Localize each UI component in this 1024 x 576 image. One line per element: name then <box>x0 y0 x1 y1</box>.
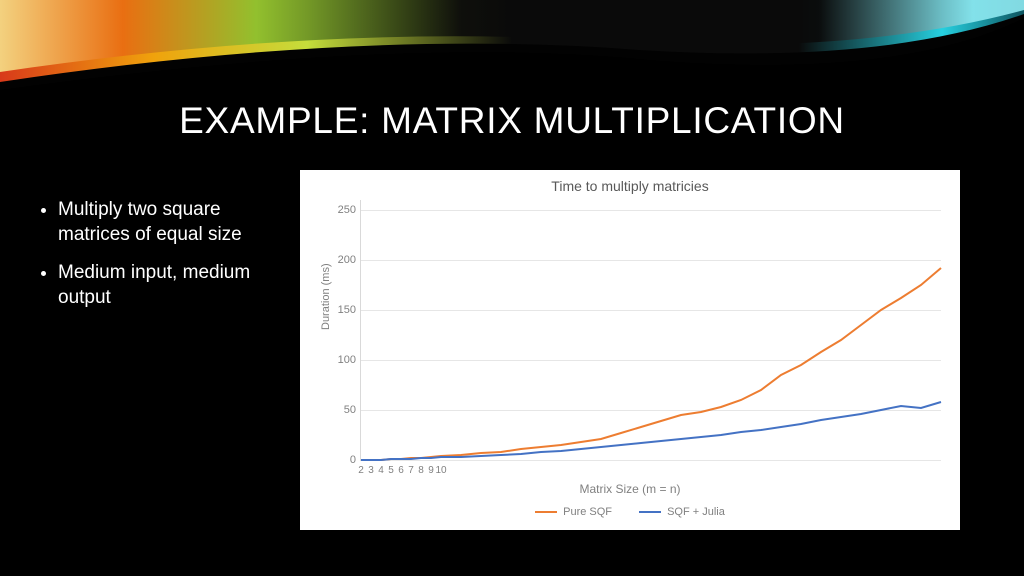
x-tick-label: 9 <box>428 465 434 476</box>
x-tick-label: 8 <box>418 465 424 476</box>
x-tick-label: 7 <box>408 465 414 476</box>
bullet-item: Medium input, medium output <box>58 261 258 310</box>
x-tick-label: 6 <box>398 465 404 476</box>
x-tick-label: 10 <box>435 465 446 476</box>
x-tick-label: 4 <box>378 465 384 476</box>
y-tick-label: 250 <box>326 204 356 216</box>
legend-pure-sqf: Pure SQF <box>535 506 612 518</box>
y-tick-label: 200 <box>326 254 356 266</box>
bullet-item: Multiply two square matrices of equal si… <box>58 198 258 247</box>
y-tick-label: 100 <box>326 354 356 366</box>
chart-line-sqf-julia <box>361 200 941 460</box>
decorative-ribbon <box>0 0 1024 90</box>
chart-title: Time to multiply matricies <box>300 170 960 194</box>
plot-area: 2345678910 <box>360 200 941 461</box>
x-tick-label: 5 <box>388 465 394 476</box>
y-tick-label: 50 <box>326 404 356 416</box>
legend-swatch-icon <box>639 511 661 513</box>
x-tick-label: 3 <box>368 465 374 476</box>
y-tick-label: 0 <box>326 454 356 466</box>
legend-label: Pure SQF <box>563 506 612 518</box>
chart: Time to multiply matricies Duration (ms)… <box>300 170 960 530</box>
chart-legend: Pure SQF SQF + Julia <box>300 504 960 518</box>
x-tick-label: 2 <box>358 465 364 476</box>
legend-sqf-julia: SQF + Julia <box>639 506 725 518</box>
bullet-list: Multiply two square matrices of equal si… <box>38 198 258 325</box>
x-axis-label: Matrix Size (m = n) <box>300 482 960 496</box>
y-axis-label: Duration (ms) <box>320 263 332 330</box>
legend-label: SQF + Julia <box>667 506 725 518</box>
legend-swatch-icon <box>535 511 557 513</box>
slide-title: EXAMPLE: MATRIX MULTIPLICATION <box>0 100 1024 142</box>
y-tick-label: 150 <box>326 304 356 316</box>
